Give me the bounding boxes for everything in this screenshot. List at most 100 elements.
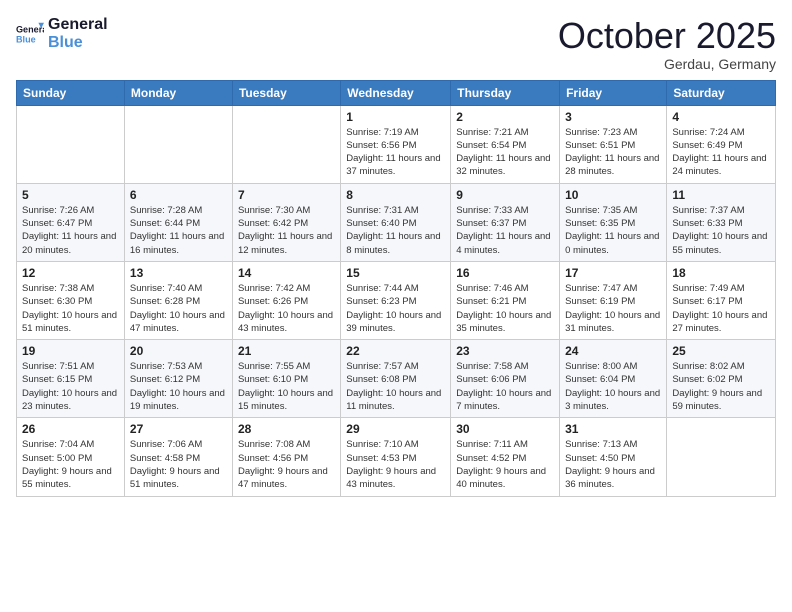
calendar-week-row: 19 Sunrise: 7:51 AM Sunset: 6:15 PM Dayli…	[17, 340, 776, 418]
calendar-cell: 5Sunrise: 7:26 AM Sunset: 6:47 PM Daylig…	[17, 183, 125, 261]
calendar-header-row: SundayMondayTuesdayWednesdayThursdayFrid…	[17, 80, 776, 105]
day-info: Sunrise: 7:46 AM Sunset: 6:21 PM Dayligh…	[456, 282, 554, 335]
day-info: Sunrise: 7:23 AM Sunset: 6:51 PM Dayligh…	[565, 126, 661, 179]
day-info: Sunrise: 7:47 AM Sunset: 6:19 PM Dayligh…	[565, 282, 661, 335]
day-number: 18	[672, 266, 770, 280]
day-number: 8	[346, 188, 445, 202]
calendar-cell: 6 Sunrise: 7:28 AM Sunset: 6:44 PM Daylig…	[124, 183, 232, 261]
day-number: 22	[346, 344, 445, 358]
calendar-cell: 3 Sunrise: 7:23 AM Sunset: 6:51 PM Daylig…	[560, 105, 667, 183]
day-info: Sunrise: 7:30 AM Sunset: 6:42 PM Dayligh…	[238, 204, 335, 257]
day-number: 7	[238, 188, 335, 202]
title-block: October 2025 Gerdau, Germany	[558, 16, 776, 72]
day-info: Sunrise: 8:02 AM Sunset: 6:02 PM Dayligh…	[672, 360, 770, 413]
calendar-cell: 22 Sunrise: 7:57 AM Sunset: 6:08 PM Dayli…	[341, 340, 451, 418]
calendar-cell: 13 Sunrise: 7:40 AM Sunset: 6:28 PM Dayli…	[124, 261, 232, 339]
day-info: Sunrise: 7:42 AM Sunset: 6:26 PM Dayligh…	[238, 282, 335, 335]
day-number: 16	[456, 266, 554, 280]
calendar-cell: 18Sunrise: 7:49 AM Sunset: 6:17 PM Dayli…	[667, 261, 776, 339]
svg-text:Blue: Blue	[16, 34, 36, 44]
calendar-cell: 19 Sunrise: 7:51 AM Sunset: 6:15 PM Dayli…	[17, 340, 125, 418]
day-info: Sunrise: 7:24 AM Sunset: 6:49 PM Dayligh…	[672, 126, 770, 179]
calendar-cell: 17 Sunrise: 7:47 AM Sunset: 6:19 PM Dayli…	[560, 261, 667, 339]
day-number: 28	[238, 422, 335, 436]
day-number: 15	[346, 266, 445, 280]
weekday-header-wednesday: Wednesday	[341, 80, 451, 105]
day-number: 21	[238, 344, 335, 358]
day-info: Sunrise: 7:44 AM Sunset: 6:23 PM Dayligh…	[346, 282, 445, 335]
day-number: 6	[130, 188, 227, 202]
calendar-cell: 26Sunrise: 7:04 AM Sunset: 5:00 PM Dayli…	[17, 418, 125, 496]
month-title: October 2025	[558, 16, 776, 56]
day-info: Sunrise: 7:35 AM Sunset: 6:35 PM Dayligh…	[565, 204, 661, 257]
day-number: 3	[565, 110, 661, 124]
day-number: 17	[565, 266, 661, 280]
calendar-week-row: 12Sunrise: 7:38 AM Sunset: 6:30 PM Dayli…	[17, 261, 776, 339]
calendar-cell: 10 Sunrise: 7:35 AM Sunset: 6:35 PM Dayli…	[560, 183, 667, 261]
calendar-cell	[124, 105, 232, 183]
weekday-header-tuesday: Tuesday	[232, 80, 340, 105]
calendar-cell: 31 Sunrise: 7:13 AM Sunset: 4:50 PM Dayli…	[560, 418, 667, 496]
day-number: 5	[22, 188, 119, 202]
calendar-cell	[232, 105, 340, 183]
day-number: 27	[130, 422, 227, 436]
weekday-header-friday: Friday	[560, 80, 667, 105]
calendar-cell: 7 Sunrise: 7:30 AM Sunset: 6:42 PM Daylig…	[232, 183, 340, 261]
day-info: Sunrise: 7:21 AM Sunset: 6:54 PM Dayligh…	[456, 126, 554, 179]
calendar-cell: 14 Sunrise: 7:42 AM Sunset: 6:26 PM Dayli…	[232, 261, 340, 339]
calendar-cell	[17, 105, 125, 183]
day-info: Sunrise: 7:06 AM Sunset: 4:58 PM Dayligh…	[130, 438, 227, 491]
day-number: 9	[456, 188, 554, 202]
calendar-cell: 1Sunrise: 7:19 AM Sunset: 6:56 PM Daylig…	[341, 105, 451, 183]
day-number: 24	[565, 344, 661, 358]
day-info: Sunrise: 7:13 AM Sunset: 4:50 PM Dayligh…	[565, 438, 661, 491]
calendar-cell	[667, 418, 776, 496]
logo-text-general: General	[48, 16, 108, 34]
calendar-cell: 11 Sunrise: 7:37 AM Sunset: 6:33 PM Dayli…	[667, 183, 776, 261]
day-number: 11	[672, 188, 770, 202]
day-info: Sunrise: 7:08 AM Sunset: 4:56 PM Dayligh…	[238, 438, 335, 491]
calendar-table: SundayMondayTuesdayWednesdayThursdayFrid…	[16, 80, 776, 497]
day-number: 31	[565, 422, 661, 436]
day-info: Sunrise: 7:51 AM Sunset: 6:15 PM Dayligh…	[22, 360, 119, 413]
logo-icon: General Blue	[16, 20, 44, 48]
day-info: Sunrise: 7:58 AM Sunset: 6:06 PM Dayligh…	[456, 360, 554, 413]
calendar-cell: 4 Sunrise: 7:24 AM Sunset: 6:49 PM Daylig…	[667, 105, 776, 183]
day-number: 25	[672, 344, 770, 358]
calendar-cell: 23 Sunrise: 7:58 AM Sunset: 6:06 PM Dayli…	[451, 340, 560, 418]
calendar-cell: 27 Sunrise: 7:06 AM Sunset: 4:58 PM Dayli…	[124, 418, 232, 496]
calendar-week-row: 5Sunrise: 7:26 AM Sunset: 6:47 PM Daylig…	[17, 183, 776, 261]
day-info: Sunrise: 7:33 AM Sunset: 6:37 PM Dayligh…	[456, 204, 554, 257]
day-number: 26	[22, 422, 119, 436]
day-info: Sunrise: 7:55 AM Sunset: 6:10 PM Dayligh…	[238, 360, 335, 413]
day-info: Sunrise: 7:38 AM Sunset: 6:30 PM Dayligh…	[22, 282, 119, 335]
page-header: General Blue General Blue October 2025 G…	[16, 16, 776, 72]
day-info: Sunrise: 7:11 AM Sunset: 4:52 PM Dayligh…	[456, 438, 554, 491]
day-number: 20	[130, 344, 227, 358]
day-number: 10	[565, 188, 661, 202]
weekday-header-thursday: Thursday	[451, 80, 560, 105]
calendar-cell: 9 Sunrise: 7:33 AM Sunset: 6:37 PM Daylig…	[451, 183, 560, 261]
day-info: Sunrise: 8:00 AM Sunset: 6:04 PM Dayligh…	[565, 360, 661, 413]
calendar-week-row: 26Sunrise: 7:04 AM Sunset: 5:00 PM Dayli…	[17, 418, 776, 496]
day-info: Sunrise: 7:28 AM Sunset: 6:44 PM Dayligh…	[130, 204, 227, 257]
day-number: 19	[22, 344, 119, 358]
calendar-cell: 12Sunrise: 7:38 AM Sunset: 6:30 PM Dayli…	[17, 261, 125, 339]
day-info: Sunrise: 7:37 AM Sunset: 6:33 PM Dayligh…	[672, 204, 770, 257]
day-number: 29	[346, 422, 445, 436]
calendar-cell: 24 Sunrise: 8:00 AM Sunset: 6:04 PM Dayli…	[560, 340, 667, 418]
calendar-cell: 25 Sunrise: 8:02 AM Sunset: 6:02 PM Dayli…	[667, 340, 776, 418]
calendar-cell: 28 Sunrise: 7:08 AM Sunset: 4:56 PM Dayli…	[232, 418, 340, 496]
logo-text-blue: Blue	[48, 34, 108, 52]
calendar-cell: 29Sunrise: 7:10 AM Sunset: 4:53 PM Dayli…	[341, 418, 451, 496]
day-info: Sunrise: 7:40 AM Sunset: 6:28 PM Dayligh…	[130, 282, 227, 335]
day-number: 2	[456, 110, 554, 124]
day-info: Sunrise: 7:53 AM Sunset: 6:12 PM Dayligh…	[130, 360, 227, 413]
calendar-week-row: 1Sunrise: 7:19 AM Sunset: 6:56 PM Daylig…	[17, 105, 776, 183]
day-number: 4	[672, 110, 770, 124]
day-number: 23	[456, 344, 554, 358]
day-number: 14	[238, 266, 335, 280]
day-info: Sunrise: 7:57 AM Sunset: 6:08 PM Dayligh…	[346, 360, 445, 413]
calendar-cell: 2 Sunrise: 7:21 AM Sunset: 6:54 PM Daylig…	[451, 105, 560, 183]
day-number: 13	[130, 266, 227, 280]
